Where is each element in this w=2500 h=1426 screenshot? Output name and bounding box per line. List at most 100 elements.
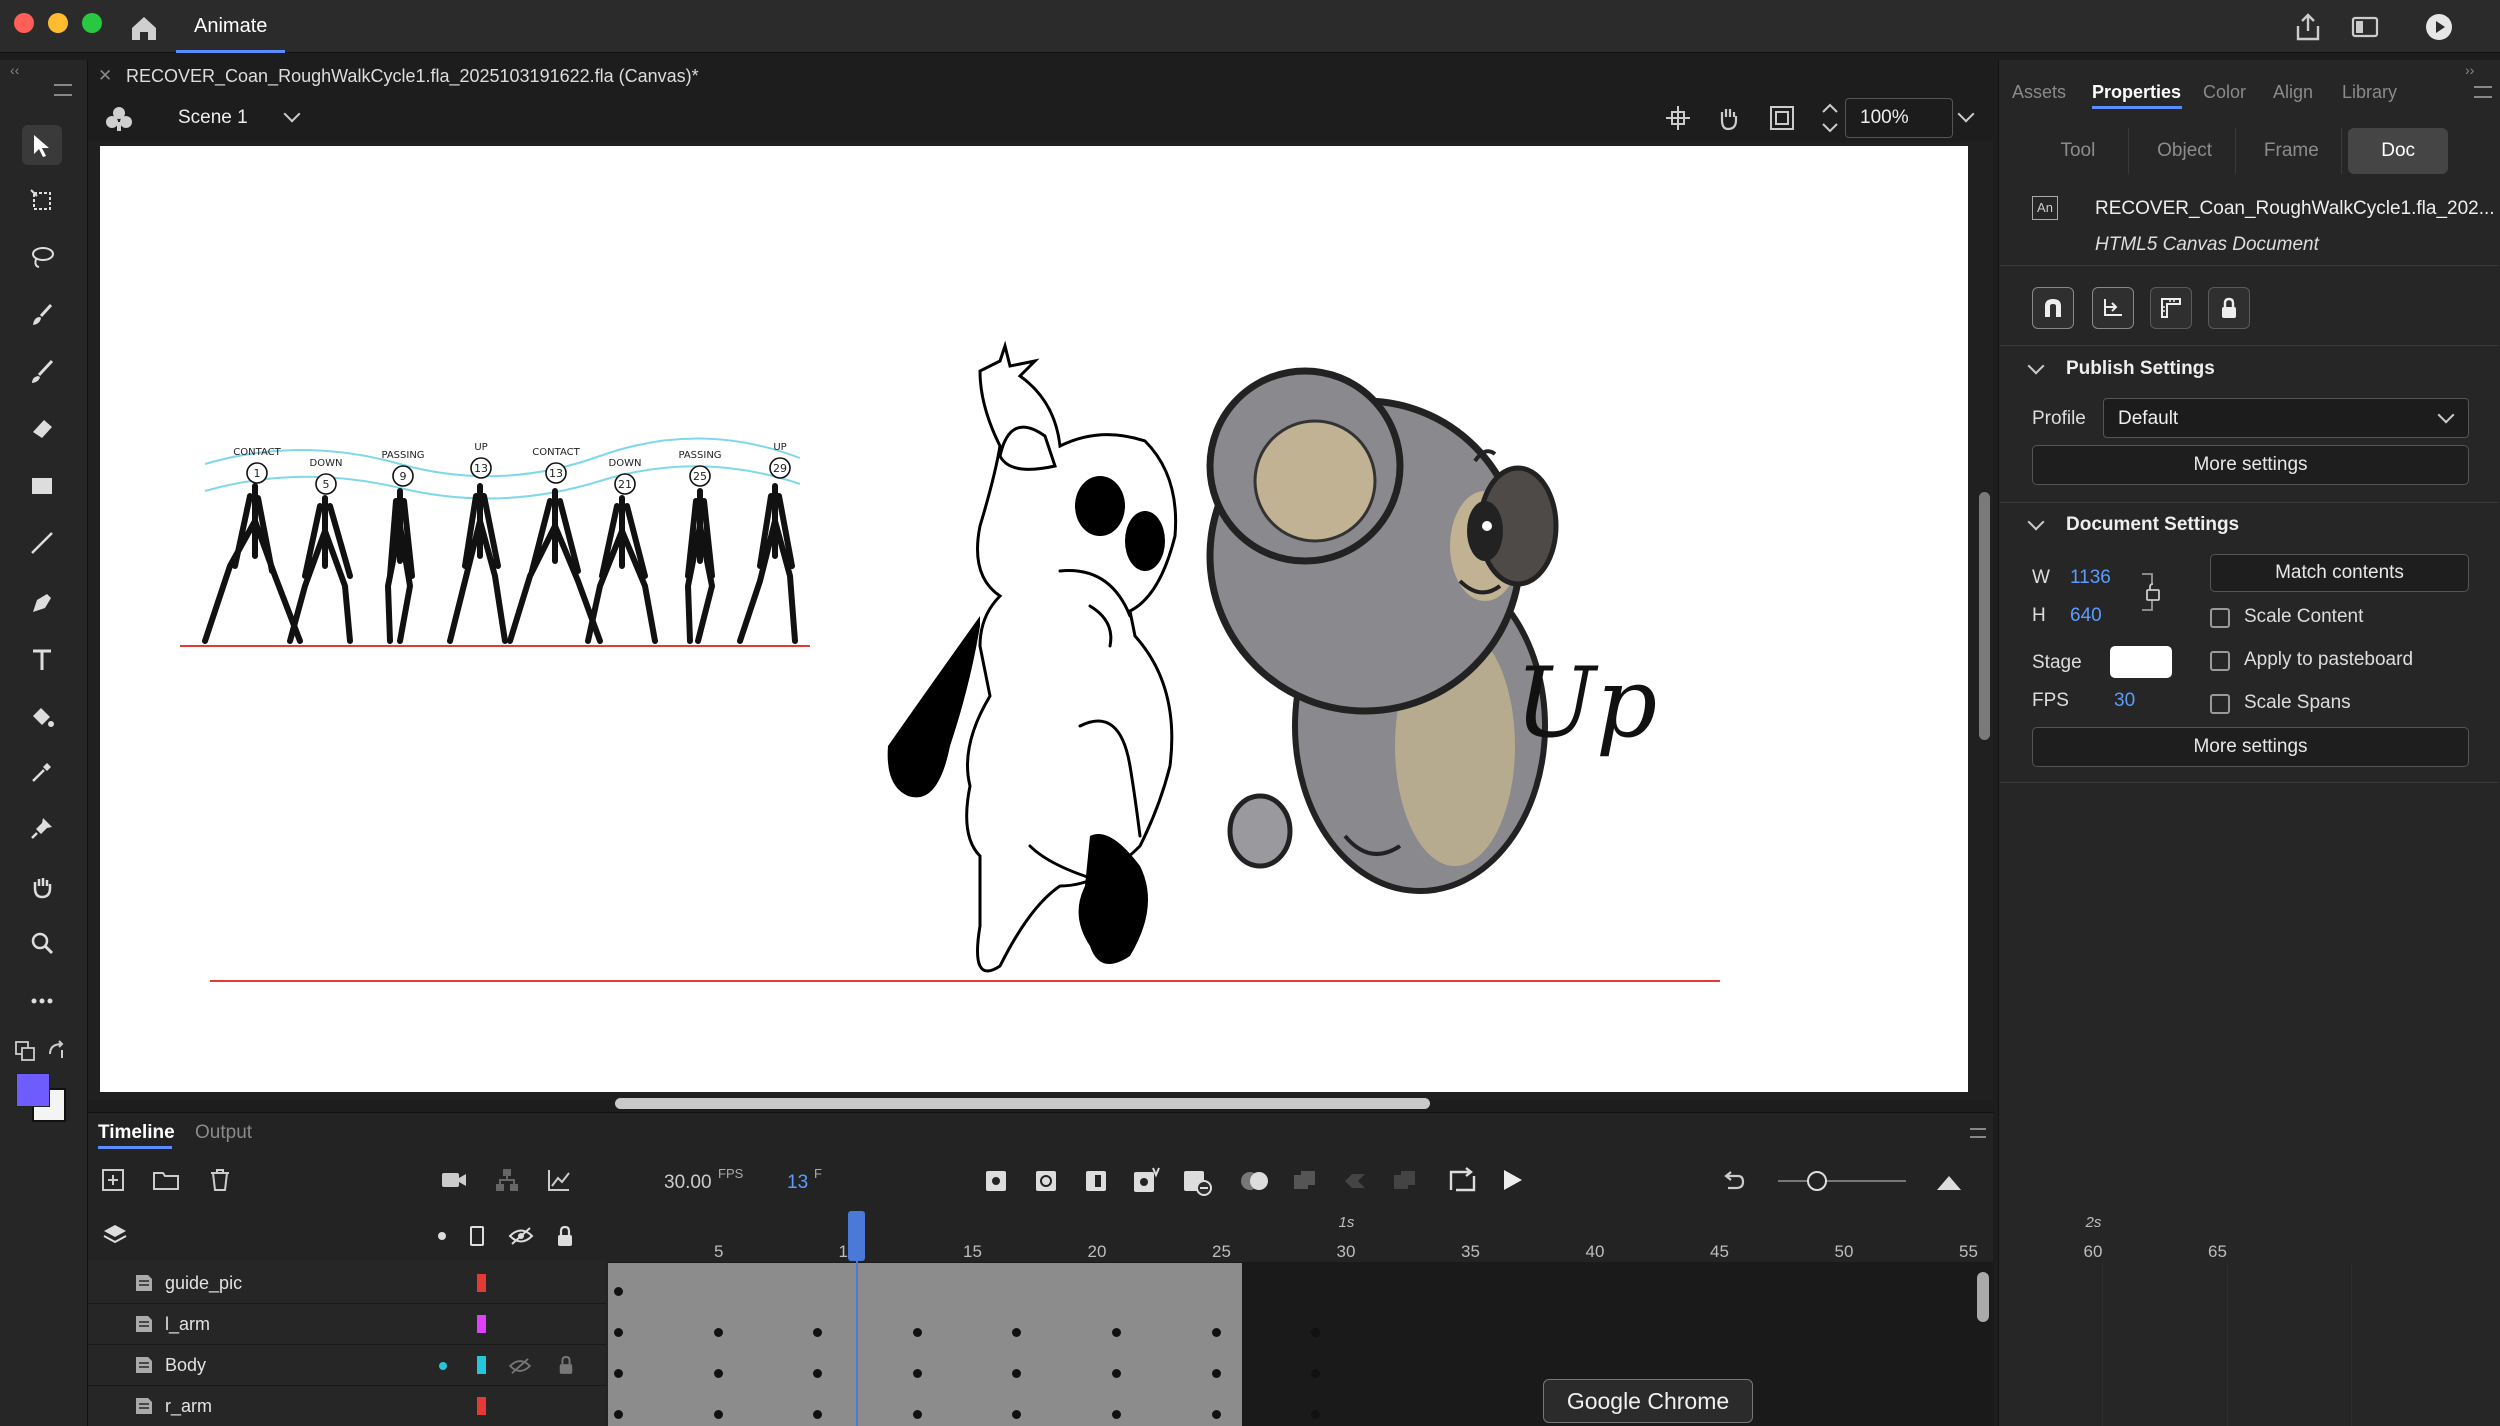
eraser-tool-icon[interactable] — [22, 408, 62, 448]
collapse-tools-icon[interactable]: ‹‹ — [10, 62, 19, 78]
more-tools-icon[interactable] — [22, 981, 62, 1021]
keyframe-marker[interactable] — [614, 1287, 623, 1296]
selection-tool-icon[interactable] — [22, 125, 62, 165]
panel-menu-icon[interactable] — [2474, 86, 2492, 98]
document-settings-header[interactable]: Document Settings — [2066, 514, 2239, 536]
clip-canvas-icon[interactable] — [1768, 104, 1796, 132]
tween-motion-icon[interactable] — [1342, 1169, 1368, 1193]
line-tool-icon[interactable] — [22, 523, 62, 563]
tools-menu-icon[interactable] — [54, 84, 72, 96]
keyframe-marker[interactable] — [1112, 1369, 1121, 1378]
rotate-hand-icon[interactable] — [1714, 104, 1742, 132]
delete-keyframe-icon[interactable] — [1183, 1170, 1213, 1196]
current-frame-readout[interactable]: 13 — [787, 1172, 808, 1194]
insert-blank-keyframe-icon[interactable] — [1035, 1170, 1057, 1192]
test-movie-icon[interactable] — [2424, 12, 2454, 42]
paint-brush-tool-icon[interactable] — [22, 295, 62, 335]
highlight-layers-icon[interactable] — [438, 1232, 446, 1240]
hand-tool-icon[interactable] — [22, 867, 62, 907]
lasso-tool-icon[interactable] — [22, 237, 62, 277]
pen-tool-icon[interactable] — [22, 583, 62, 623]
fps-readout[interactable]: 30.00 — [664, 1172, 712, 1194]
snap-magnet-icon[interactable] — [2032, 287, 2074, 329]
layer-outline-color[interactable] — [477, 1274, 486, 1292]
keyframe-marker[interactable] — [912, 1410, 922, 1419]
keyframe-marker[interactable] — [1112, 1410, 1121, 1419]
layer-row-r-arm[interactable]: r_arm — [88, 1386, 606, 1426]
rulers-icon[interactable] — [2150, 287, 2192, 329]
stage-artboard[interactable]: CONTACT 1 DOWN 5 PASSING 9 UP 13 CONTACT 13 DOWN 21… — [100, 146, 1968, 1092]
new-folder-icon[interactable] — [152, 1167, 180, 1193]
layer-outline-color[interactable] — [477, 1397, 486, 1415]
text-tool-icon[interactable] — [22, 640, 62, 680]
timeline-vertical-scrollbar[interactable] — [1977, 1272, 1989, 1322]
keyframe-marker[interactable] — [713, 1369, 723, 1378]
zoom-tool-icon[interactable] — [22, 923, 62, 963]
tab-library[interactable]: Library — [2342, 82, 2397, 103]
home-icon[interactable] — [126, 10, 162, 46]
layer-row-l-arm[interactable]: l_arm — [88, 1304, 606, 1345]
tab-output[interactable]: Output — [195, 1122, 252, 1144]
frames-span[interactable] — [608, 1263, 1242, 1426]
panel-layout-icon[interactable] — [2350, 12, 2380, 42]
brush-tool-icon[interactable] — [22, 352, 62, 392]
undo-zoom-icon[interactable] — [1720, 1168, 1746, 1194]
tween-shape-icon[interactable] — [1392, 1169, 1418, 1193]
layer-visibility-icon[interactable] — [508, 1357, 532, 1375]
keyframe-marker[interactable] — [1211, 1410, 1221, 1419]
paint-bucket-tool-icon[interactable] — [22, 697, 62, 737]
vertical-scrollbar[interactable] — [1979, 492, 1990, 740]
new-layer-icon[interactable] — [100, 1167, 126, 1193]
timeline-zoom-slider-thumb[interactable] — [1807, 1171, 1827, 1191]
timeline-menu-icon[interactable] — [1970, 1128, 1986, 1138]
document-more-settings-button[interactable]: More settings — [2032, 727, 2469, 767]
onion-skin-icon[interactable] — [1240, 1169, 1270, 1193]
insert-frame-icon[interactable] — [1085, 1170, 1107, 1192]
loop-playback-icon[interactable] — [1448, 1166, 1478, 1194]
layer-lock-icon[interactable] — [558, 1355, 574, 1375]
horizontal-scrollbar[interactable] — [615, 1098, 1430, 1109]
frame-ruler[interactable] — [608, 1210, 1993, 1260]
subtab-frame[interactable]: Frame — [2242, 128, 2343, 174]
insert-keyframe-icon[interactable] — [985, 1170, 1007, 1192]
tab-color[interactable]: Color — [2203, 82, 2246, 103]
match-contents-button[interactable]: Match contents — [2210, 554, 2469, 592]
playhead[interactable] — [848, 1211, 865, 1261]
edit-symbols-icon[interactable] — [104, 104, 134, 134]
layer-depth-icon[interactable] — [546, 1167, 572, 1193]
eyedropper-tool-icon[interactable] — [22, 752, 62, 792]
publish-settings-header[interactable]: Publish Settings — [2066, 358, 2215, 380]
scale-content-checkbox[interactable] — [2210, 608, 2230, 628]
layer-row-body[interactable]: Body — [88, 1345, 606, 1386]
keyframe-marker[interactable] — [1211, 1369, 1221, 1378]
free-transform-tool-icon[interactable] — [22, 181, 62, 221]
publish-more-settings-button[interactable]: More settings — [2032, 445, 2469, 485]
fps-input[interactable]: 30 — [2114, 690, 2135, 712]
keyframe-marker[interactable] — [713, 1328, 723, 1337]
tab-assets[interactable]: Assets — [2012, 82, 2066, 103]
tab-timeline[interactable]: Timeline — [98, 1122, 175, 1144]
link-dimensions-icon[interactable] — [2140, 572, 2164, 612]
timeline-zoom-slider[interactable] — [1778, 1180, 1906, 1182]
document-tab[interactable]: RECOVER_Coan_RoughWalkCycle1.fla_2025103… — [88, 60, 1993, 92]
edit-multiple-frames-icon[interactable] — [2092, 287, 2134, 329]
zoom-stepper-icon[interactable] — [1820, 100, 1840, 136]
keyframe-marker[interactable] — [713, 1410, 723, 1419]
close-window-button[interactable] — [14, 13, 34, 33]
parenting-view-icon[interactable] — [494, 1167, 520, 1193]
auto-keyframe-icon[interactable] — [1133, 1166, 1161, 1194]
keyframe-marker[interactable] — [614, 1328, 623, 1337]
hide-layers-icon[interactable] — [508, 1226, 534, 1246]
lock-guides-icon[interactable] — [2208, 287, 2250, 329]
pin-tool-icon[interactable] — [22, 808, 62, 848]
keyframe-marker[interactable] — [614, 1369, 623, 1378]
keyframe-marker[interactable] — [912, 1369, 922, 1378]
delete-layer-icon[interactable] — [207, 1167, 233, 1193]
subtab-tool[interactable]: Tool — [2028, 128, 2129, 174]
width-input[interactable]: 1136 — [2070, 567, 2111, 589]
keyframe-marker[interactable] — [1112, 1328, 1121, 1337]
apply-pasteboard-checkbox[interactable] — [2210, 651, 2230, 671]
camera-icon[interactable] — [440, 1169, 468, 1191]
timeline-size-icon[interactable] — [1935, 1170, 1963, 1192]
keyframe-marker[interactable] — [614, 1410, 623, 1419]
